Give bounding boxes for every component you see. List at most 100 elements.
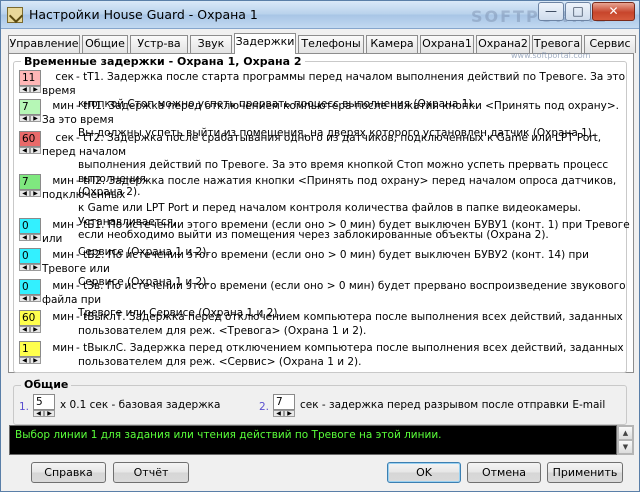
delay-unit: сек bbox=[55, 71, 74, 83]
general-item2-number: 2. bbox=[259, 401, 270, 413]
spin-left-icon[interactable]: ◀ bbox=[273, 410, 284, 417]
watermark-url: www.softportal.com bbox=[511, 51, 591, 60]
tab-telefony[interactable]: Телефоны bbox=[298, 35, 364, 53]
cancel-button[interactable]: Отмена bbox=[467, 462, 541, 483]
spin-left-icon[interactable]: ◀ bbox=[19, 357, 30, 364]
spin-left-icon[interactable]: ◀ bbox=[33, 410, 44, 417]
email-delay-input[interactable]: 7 bbox=[273, 394, 295, 410]
tab-strip: Управление Общие Устр-ва Звук Задержки Т… bbox=[8, 33, 638, 54]
delay-spinner[interactable]: ◀ ▶ bbox=[19, 147, 41, 154]
delay-value-input[interactable]: 60 bbox=[19, 131, 41, 147]
spin-right-icon[interactable]: ▶ bbox=[30, 115, 41, 122]
delay-description: мин - tВыклТ. Задержка перед отключением … bbox=[42, 311, 630, 338]
scroll-down-icon[interactable]: ▼ bbox=[618, 440, 633, 454]
status-console-text: Выбор линии 1 для задания или чтения дей… bbox=[15, 429, 442, 441]
tab-obshchie[interactable]: Общие bbox=[82, 35, 128, 53]
delay-spinner[interactable]: ◀ ▶ bbox=[19, 190, 41, 197]
delay-spinner[interactable]: ◀ ▶ bbox=[19, 115, 41, 122]
spin-right-icon[interactable]: ▶ bbox=[284, 410, 295, 417]
email-delay-label: сек - задержка перед разрывом после отпр… bbox=[300, 399, 606, 411]
apply-button[interactable]: Применить bbox=[547, 462, 623, 483]
delays-group-title: Временные задержки - Охрана 1, Охрана 2 bbox=[21, 55, 305, 68]
delay-line1: - tT1. Задержка после старта программы п… bbox=[42, 71, 625, 97]
spin-left-icon[interactable]: ◀ bbox=[19, 295, 30, 302]
tab-servis[interactable]: Сервис bbox=[584, 35, 636, 53]
report-button[interactable]: Отчёт bbox=[113, 462, 189, 483]
spin-right-icon[interactable]: ▶ bbox=[44, 410, 55, 417]
minimize-button[interactable]: — bbox=[538, 2, 564, 21]
spin-left-icon[interactable]: ◀ bbox=[19, 190, 30, 197]
base-delay-label: x 0.1 сек - базовая задержка bbox=[60, 399, 221, 411]
general-group-title: Общие bbox=[21, 378, 72, 391]
delay-line1: - tВыклС. Задержка перед отключением ком… bbox=[76, 342, 624, 354]
general-item1-number: 1. bbox=[19, 401, 30, 413]
base-delay-input[interactable]: 5 bbox=[33, 394, 55, 410]
scroll-up-icon[interactable]: ▲ bbox=[618, 426, 633, 440]
delay-unit: мин bbox=[52, 175, 74, 187]
console-scrollbar[interactable]: ▲ ▼ bbox=[617, 425, 634, 455]
spin-right-icon[interactable]: ▶ bbox=[30, 295, 41, 302]
delay-description: мин - tВыклС. Задержка перед отключением … bbox=[42, 342, 630, 369]
delay-unit: мин bbox=[52, 219, 74, 231]
help-button[interactable]: Справка bbox=[31, 462, 106, 483]
spin-left-icon[interactable]: ◀ bbox=[19, 147, 30, 154]
email-delay-spinner[interactable]: ◀ ▶ bbox=[273, 410, 295, 417]
app-icon bbox=[7, 7, 23, 23]
delay-value-input[interactable]: 7 bbox=[19, 99, 41, 115]
tab-okhrana1[interactable]: Охрана1 bbox=[420, 35, 474, 53]
spin-left-icon[interactable]: ◀ bbox=[19, 115, 30, 122]
delay-unit: сек bbox=[55, 132, 74, 144]
base-delay-spinner[interactable]: ◀ ▶ bbox=[33, 410, 55, 417]
tab-kamera[interactable]: Камера bbox=[366, 35, 418, 53]
minimize-icon: — bbox=[545, 4, 557, 18]
delay-unit: мин bbox=[52, 100, 74, 112]
ok-button[interactable]: OK bbox=[387, 462, 461, 483]
delay-unit: мин bbox=[52, 311, 74, 323]
settings-window: Настройки House Guard - Охрана 1 SOFTPOR… bbox=[0, 0, 640, 492]
spin-right-icon[interactable]: ▶ bbox=[30, 190, 41, 197]
delay-line1: - tБ2. По истечении этого времени (если … bbox=[42, 249, 589, 275]
spin-left-icon[interactable]: ◀ bbox=[19, 86, 30, 93]
delay-line1: - tП1. Задержка перед отключением компью… bbox=[42, 100, 619, 126]
delay-spinner[interactable]: ◀ ▶ bbox=[19, 234, 41, 241]
tab-zaderzhki[interactable]: Задержки bbox=[234, 33, 296, 54]
delay-spinner[interactable]: ◀ ▶ bbox=[19, 86, 41, 93]
spin-right-icon[interactable]: ▶ bbox=[30, 234, 41, 241]
delay-value-input[interactable]: 0 bbox=[19, 248, 41, 264]
spin-left-icon[interactable]: ◀ bbox=[19, 326, 30, 333]
spin-right-icon[interactable]: ▶ bbox=[30, 147, 41, 154]
delay-value-input[interactable]: 60 bbox=[19, 310, 41, 326]
spin-right-icon[interactable]: ▶ bbox=[30, 264, 41, 271]
spin-left-icon[interactable]: ◀ bbox=[19, 234, 30, 241]
tab-ustroystva[interactable]: Устр-ва bbox=[130, 35, 188, 53]
delay-line2: пользователем для реж. <Тревога> (Охрана… bbox=[78, 324, 367, 337]
close-icon: ✕ bbox=[608, 4, 619, 18]
maximize-button[interactable]: □ bbox=[565, 2, 591, 21]
delay-value-input[interactable]: 1 bbox=[19, 341, 41, 357]
delay-line2: пользователем для реж. <Сервис> (Охрана … bbox=[78, 355, 362, 368]
delay-line1: - tП2. Задержка после нажатия кнопки <Пр… bbox=[42, 175, 617, 201]
delay-spinner[interactable]: ◀ ▶ bbox=[19, 264, 41, 271]
delay-unit: мин bbox=[52, 249, 74, 261]
delay-spinner[interactable]: ◀ ▶ bbox=[19, 326, 41, 333]
spin-right-icon[interactable]: ▶ bbox=[30, 357, 41, 364]
close-button[interactable]: ✕ bbox=[592, 2, 635, 21]
spin-left-icon[interactable]: ◀ bbox=[19, 264, 30, 271]
delay-line1: - t3в. По истечении этого времени (если … bbox=[42, 280, 626, 306]
spin-right-icon[interactable]: ▶ bbox=[30, 86, 41, 93]
maximize-icon: □ bbox=[572, 4, 584, 18]
tab-upravlenie[interactable]: Управление bbox=[8, 35, 80, 53]
spin-right-icon[interactable]: ▶ bbox=[30, 326, 41, 333]
delay-value-input[interactable]: 0 bbox=[19, 279, 41, 295]
title-bar[interactable]: Настройки House Guard - Охрана 1 SOFTPOR… bbox=[1, 1, 639, 29]
delay-value-input[interactable]: 11 bbox=[19, 70, 41, 86]
status-console: Выбор линии 1 для задания или чтения дей… bbox=[9, 425, 617, 455]
delay-spinner[interactable]: ◀ ▶ bbox=[19, 295, 41, 302]
delay-unit: мин bbox=[52, 280, 74, 292]
delay-spinner[interactable]: ◀ ▶ bbox=[19, 357, 41, 364]
tab-zvuk[interactable]: Звук bbox=[190, 35, 232, 53]
delay-value-input[interactable]: 7 bbox=[19, 174, 41, 190]
delay-unit: мин bbox=[52, 342, 74, 354]
window-title: Настройки House Guard - Охрана 1 bbox=[29, 7, 258, 22]
delay-value-input[interactable]: 0 bbox=[19, 218, 41, 234]
